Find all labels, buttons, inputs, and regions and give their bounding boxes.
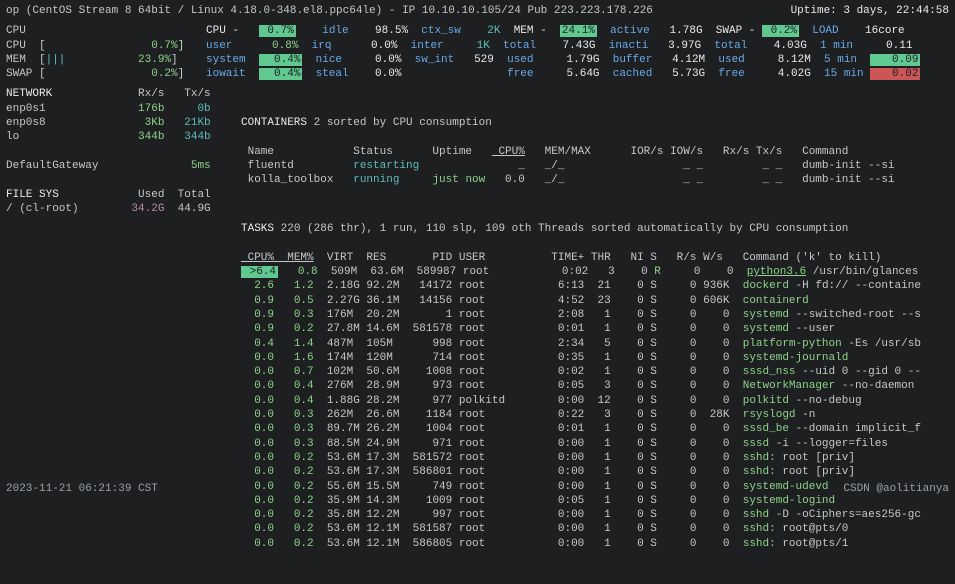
tasks-block: TASKS 220 (286 thr), 1 run, 110 slp, 109… — [241, 222, 949, 551]
side-column: NETWORK Rx/s Tx/s enp0s1 176b 0b enp0s8 … — [6, 87, 241, 579]
clock: 2023-11-21 06:21:39 CST — [6, 482, 158, 496]
footer: 2023-11-21 06:21:39 CST CSDN @aolitianya — [6, 482, 949, 496]
uptime: Uptime: 3 days, 22:44:58 — [791, 4, 949, 18]
os-info: op (CentOS Stream 8 64bit / Linux 4.18.0… — [6, 4, 653, 18]
watermark: CSDN @aolitianya — [843, 482, 949, 496]
summary-block: CPU CPU [ 0.7%] MEM [||| 23.9%] SWAP [ 0… — [6, 24, 949, 81]
stats-grid: CPU - 0.7% idle 98.5% ctx_sw 2K MEM - 24… — [206, 24, 920, 81]
header-bar: op (CentOS Stream 8 64bit / Linux 4.18.0… — [6, 4, 949, 18]
mini-bars: CPU CPU [ 0.7%] MEM [||| 23.9%] SWAP [ 0… — [6, 24, 206, 81]
containers-block: CONTAINERS 2 sorted by CPU consumption N… — [241, 116, 949, 187]
